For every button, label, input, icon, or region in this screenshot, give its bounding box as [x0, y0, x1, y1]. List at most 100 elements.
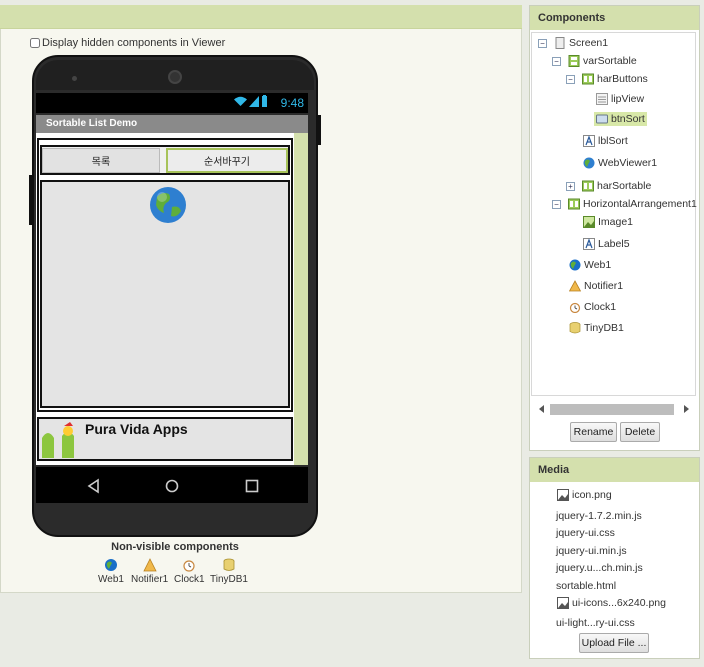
tree-node-label: harSortable: [597, 180, 652, 192]
tree-node-horizontalarrangement1[interactable]: − HorizontalArrangement1: [552, 198, 697, 210]
tree-node-label: TinyDB1: [584, 322, 624, 334]
image-file-icon: [557, 597, 569, 609]
tree-node-clock1[interactable]: Clock1: [569, 301, 616, 313]
globe-icon: [569, 259, 581, 271]
expand-toggle[interactable]: +: [566, 181, 575, 191]
tree-node-label: Web1: [584, 259, 612, 271]
nonvisible-title: Non-visible components: [111, 541, 239, 553]
scroll-right-icon[interactable]: [682, 404, 690, 414]
status-icons: [234, 95, 268, 107]
media-title: Media: [530, 458, 699, 482]
tree-node-label: Image1: [598, 216, 634, 228]
image-icon: [583, 216, 595, 228]
label5-text: Pura Vida Apps: [85, 421, 188, 437]
tree-node-label: HorizontalArrangement1: [583, 198, 697, 210]
globe-icon: [583, 157, 595, 169]
tree-node-notifier1[interactable]: Notifier1: [569, 280, 623, 292]
tree-node-btnsort[interactable]: btnSort: [594, 112, 647, 126]
horizontal-arrangement-icon: [568, 198, 580, 210]
tree-node-image1[interactable]: Image1: [583, 216, 633, 228]
upload-file-button[interactable]: Upload File ...: [579, 633, 649, 653]
clock-icon: [183, 560, 195, 572]
collapse-toggle[interactable]: −: [566, 74, 575, 84]
tree-node-screen1[interactable]: − Screen1: [538, 37, 608, 49]
tree-node-harsortable[interactable]: + harSortable: [566, 180, 651, 192]
media-file[interactable]: sortable.html: [556, 580, 616, 592]
tree-node-label: btnSort: [611, 113, 645, 125]
media-file[interactable]: ui-light...ry-ui.css: [556, 617, 635, 629]
tree-node-harbuttons[interactable]: − harButtons: [566, 73, 648, 85]
media-file[interactable]: ui-icons...6x240.png: [557, 597, 666, 609]
media-file[interactable]: jquery-1.7.2.min.js: [556, 510, 642, 522]
list-picker-button[interactable]: 목록: [42, 148, 160, 173]
viewer-header: [0, 5, 522, 29]
tree-node-varsortable[interactable]: − varSortable: [552, 55, 637, 67]
collapse-toggle[interactable]: −: [552, 199, 561, 209]
tree-node-tinydb1[interactable]: TinyDB1: [569, 322, 624, 334]
horizontal-arrangement-icon: [582, 180, 594, 192]
tree-node-lipview[interactable]: lipView: [596, 93, 644, 105]
tree-node-label: harButtons: [597, 73, 648, 85]
media-file[interactable]: icon.png: [557, 489, 612, 501]
media-file-name: jquery-1.7.2.min.js: [556, 510, 642, 522]
status-time: 9:48: [280, 96, 304, 110]
webviewer[interactable]: [40, 180, 290, 408]
phone-status-bar: 9:48: [36, 93, 308, 113]
tree-node-label: lipView: [611, 93, 645, 105]
nonvisible-notifier1[interactable]: Notifier1: [131, 558, 168, 585]
media-file-name: jquery.u...ch.min.js: [556, 562, 643, 574]
collapse-toggle[interactable]: −: [552, 56, 561, 66]
tree-node-label: lblSort: [598, 135, 628, 147]
label-icon: [583, 238, 595, 250]
media-file-name: ui-light...ry-ui.css: [556, 617, 635, 629]
battery-icon: [262, 95, 267, 107]
back-icon[interactable]: [86, 478, 102, 494]
warning-icon: [142, 558, 157, 572]
nonvisible-label: Notifier1: [131, 574, 169, 585]
tree-node-lblsort[interactable]: lblSort: [583, 135, 628, 147]
nonvisible-tinydb1[interactable]: TinyDB1: [210, 558, 248, 585]
button-icon: [596, 114, 608, 124]
media-file[interactable]: jquery-ui.css: [556, 527, 615, 539]
globe-icon: [150, 187, 186, 223]
signal-icon: [249, 96, 259, 107]
nonvisible-clock1[interactable]: Clock1: [174, 558, 205, 585]
app-title-bar: Sortable List Demo: [36, 115, 308, 133]
phone-camera: [168, 70, 182, 84]
tree-node-label5[interactable]: Label5: [583, 238, 630, 250]
database-icon: [223, 558, 235, 571]
media-file-name: icon.png: [572, 489, 612, 501]
nonvisible-web1[interactable]: Web1: [98, 558, 124, 585]
recents-icon[interactable]: [244, 478, 260, 494]
home-icon[interactable]: [164, 478, 180, 494]
horizontal-arrangement-icon: [582, 73, 594, 85]
sort-button[interactable]: 순서바꾸기: [166, 148, 288, 173]
scroll-left-icon[interactable]: [538, 404, 546, 414]
phone-sensor: [72, 76, 77, 81]
display-hidden-checkbox-input[interactable]: [30, 38, 40, 48]
rename-button[interactable]: Rename: [570, 422, 617, 442]
database-icon: [569, 322, 581, 334]
media-file[interactable]: jquery-ui.min.js: [556, 545, 627, 557]
delete-button[interactable]: Delete: [620, 422, 660, 442]
clock-icon: [569, 302, 581, 313]
display-hidden-label: Display hidden components in Viewer: [42, 37, 226, 49]
nonvisible-label: TinyDB1: [210, 574, 248, 585]
tree-node-label: Clock1: [584, 301, 617, 313]
nonvisible-label: Clock1: [174, 574, 205, 585]
display-hidden-checkbox[interactable]: Display hidden components in Viewer: [30, 37, 225, 49]
tree-node-webviewer1[interactable]: WebViewer1: [583, 157, 657, 169]
media-file-name: jquery-ui.min.js: [556, 545, 627, 557]
wifi-icon: [234, 96, 247, 106]
media-file-name: sortable.html: [556, 580, 617, 592]
horizontal-scrollbar[interactable]: [550, 404, 674, 415]
screen-scroll-strip: [294, 133, 308, 465]
collapse-toggle[interactable]: −: [538, 38, 547, 48]
tree-node-web1[interactable]: Web1: [569, 259, 611, 271]
media-file[interactable]: jquery.u...ch.min.js: [556, 562, 643, 574]
phone-side-button: [29, 175, 33, 225]
tree-node-label: Label5: [598, 238, 630, 250]
components-tree[interactable]: [531, 32, 696, 396]
tree-node-label: Screen1: [569, 37, 609, 49]
vertical-arrangement-icon: [568, 55, 580, 67]
